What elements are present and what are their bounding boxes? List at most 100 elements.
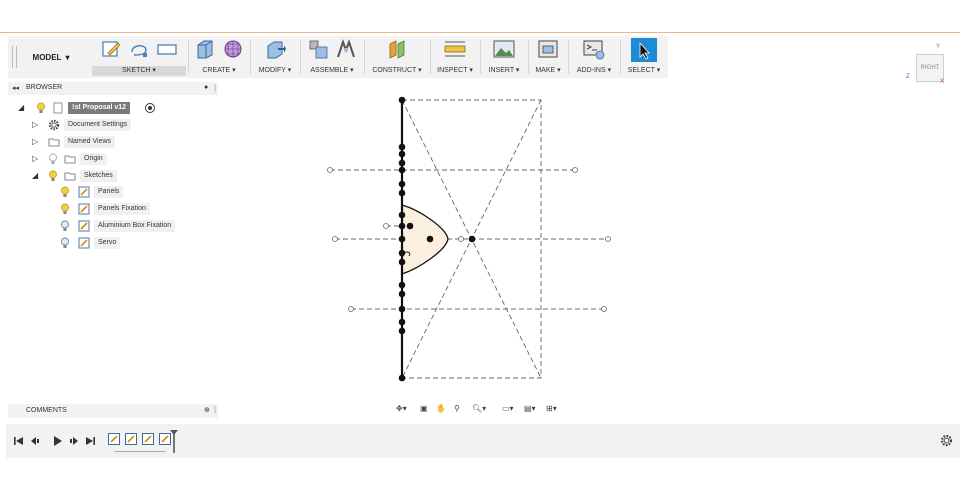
new-component-icon[interactable] [307,38,329,60]
toolbar-divider [250,40,251,74]
viewcube[interactable]: Y RIGHT Z X [906,44,946,86]
toolbar-group-make[interactable]: MAKE ▾ [530,36,566,78]
sketch-item-label: Panels [94,186,124,198]
toolbar-divider [300,40,301,74]
toolbar-group-create[interactable]: CREATE ▾ [190,36,248,78]
activate-radio-icon[interactable] [144,102,156,114]
extrude-icon[interactable] [194,38,216,60]
browser-item-label: Named Views [64,136,116,148]
timeline-settings-gear-icon[interactable] [940,434,953,447]
visibility-bulb-off-icon[interactable] [60,237,70,249]
sketch-item-panels-fixation[interactable]: Panels Fixation [60,202,210,216]
comments-panel-header[interactable]: COMMENTS ⊕ | [8,404,218,418]
pin-icon[interactable]: ● [204,84,208,91]
expanded-arrow-icon[interactable]: ◢ [32,171,41,181]
joint-icon[interactable] [335,38,357,60]
skip-to-end-icon[interactable] [86,437,95,445]
timeline-sketch-icon[interactable] [142,433,154,445]
press-pull-icon[interactable] [264,38,286,60]
toolbar-group-assemble[interactable]: ASSEMBLE ▾ [302,36,362,78]
browser-header[interactable]: ◂◂ BROWSER ● | [8,82,218,95]
panel-resize-handle[interactable]: | [214,83,216,92]
visibility-bulb-icon[interactable] [60,203,70,215]
display-settings-icon[interactable]: ▭▾ [502,404,514,413]
visibility-bulb-off-icon[interactable] [48,153,58,165]
browser-root-row[interactable]: ◢ !st Proposal v12 [18,101,218,115]
zoom-window-icon[interactable]: 🔍︎▾ [472,404,486,413]
form-grid-icon[interactable] [222,38,244,60]
browser-item-document-settings[interactable]: ▷ Document Settings [32,118,212,132]
workspace-mode-label: MODEL [32,52,62,62]
sketch-item-label: Servo [94,237,121,249]
orbit-icon[interactable]: ✥▾ [396,404,407,413]
timeline-marker-handle[interactable] [169,430,179,454]
create-sketch-icon[interactable] [100,38,122,60]
toolbar-group-construct[interactable]: CONSTRUCT ▾ [366,36,428,78]
visibility-bulb-icon[interactable] [36,102,46,114]
sketch-canvas[interactable] [320,94,620,384]
navigation-bar: ✥▾ ▣ ✋ ⚲ 🔍︎▾ ▭▾ ▤▾ ⊞▾ [394,404,570,418]
panel-resize-handle[interactable]: | [214,405,216,414]
browser-item-label: Document Settings [64,119,132,131]
visibility-bulb-off-icon[interactable] [60,220,70,232]
workspace-mode-dropdown[interactable]: MODEL ▾ [8,36,94,78]
servo-profile[interactable] [401,204,449,275]
sketch-icon [78,186,90,198]
toolbar-group-modify[interactable]: MODIFY ▾ [252,36,298,78]
pan-hand-icon[interactable]: ✋ [436,404,446,413]
timeline-features [108,430,180,454]
select-cursor-icon[interactable] [631,38,657,62]
collapsed-arrow-icon[interactable]: ▷ [32,120,41,130]
viewcube-face-label: RIGHT [920,65,940,71]
sketch-item-aluminium-box-fixation[interactable]: Aluminium Box Fixation [60,219,210,233]
skip-to-start-icon[interactable] [14,437,23,445]
browser-item-origin[interactable]: ▷ Origin [32,152,212,166]
viewports-icon[interactable]: ⊞▾ [546,404,557,413]
collapsed-arrow-icon[interactable]: ▷ [32,137,41,147]
zoom-icon[interactable]: ⚲ [454,404,460,413]
toolbar-group-inspect-label: INSPECT ▾ [437,67,473,74]
visibility-bulb-icon[interactable] [48,170,58,182]
collapsed-arrow-icon[interactable]: ▷ [32,154,41,164]
folder-icon [48,138,60,147]
insert-image-icon[interactable] [493,38,515,60]
toolbar-divider [430,40,431,74]
visibility-bulb-icon[interactable] [60,186,70,198]
timeline-bar [6,424,960,458]
collapse-arrows-icon[interactable]: ◂◂ [12,84,19,92]
line-tool-icon[interactable] [128,38,150,60]
toolbar-divider [364,40,365,74]
toolbar-grip[interactable] [12,46,17,68]
rectangle-tool-icon[interactable] [156,38,178,60]
browser-item-label: Sketches [80,170,117,182]
offset-plane-icon[interactable] [386,38,408,60]
chevron-down-icon: ▾ [65,52,70,62]
toolbar-group-sketch-label: SKETCH ▾ [92,66,186,76]
play-icon[interactable] [54,436,62,446]
sketch-icon [78,203,90,215]
scripts-addins-icon[interactable] [583,38,605,60]
sketch-item-panels[interactable]: Panels [60,185,210,199]
toolbar-group-inspect[interactable]: INSPECT ▾ [432,36,478,78]
sketch-item-servo[interactable]: Servo [60,236,210,250]
toolbar-group-select[interactable]: SELECT ▾ [622,36,666,78]
add-comment-icon[interactable]: ⊕ [204,406,210,414]
top-rule [0,32,960,33]
3d-print-icon[interactable] [537,38,559,60]
sketch-item-label: Panels Fixation [94,203,150,215]
toolbar-group-add-ins[interactable]: ADD-INS ▾ [570,36,618,78]
timeline-sketch-icon[interactable] [125,433,137,445]
step-back-icon[interactable] [31,437,39,445]
look-at-icon[interactable]: ▣ [420,404,428,413]
measure-icon[interactable] [444,38,466,60]
step-forward-icon[interactable] [70,437,78,445]
toolbar-group-sketch[interactable]: SKETCH ▾ [92,36,186,78]
viewcube-face-right[interactable]: RIGHT [916,54,944,82]
toolbar-group-insert-label: INSERT ▾ [488,67,520,74]
toolbar-group-insert[interactable]: INSERT ▾ [482,36,526,78]
grid-settings-icon[interactable]: ▤▾ [524,404,536,413]
browser-item-sketches[interactable]: ◢ Sketches [32,169,212,183]
expanded-arrow-icon[interactable]: ◢ [18,103,27,113]
timeline-sketch-icon[interactable] [108,433,120,445]
browser-item-named-views[interactable]: ▷ Named Views [32,135,212,149]
